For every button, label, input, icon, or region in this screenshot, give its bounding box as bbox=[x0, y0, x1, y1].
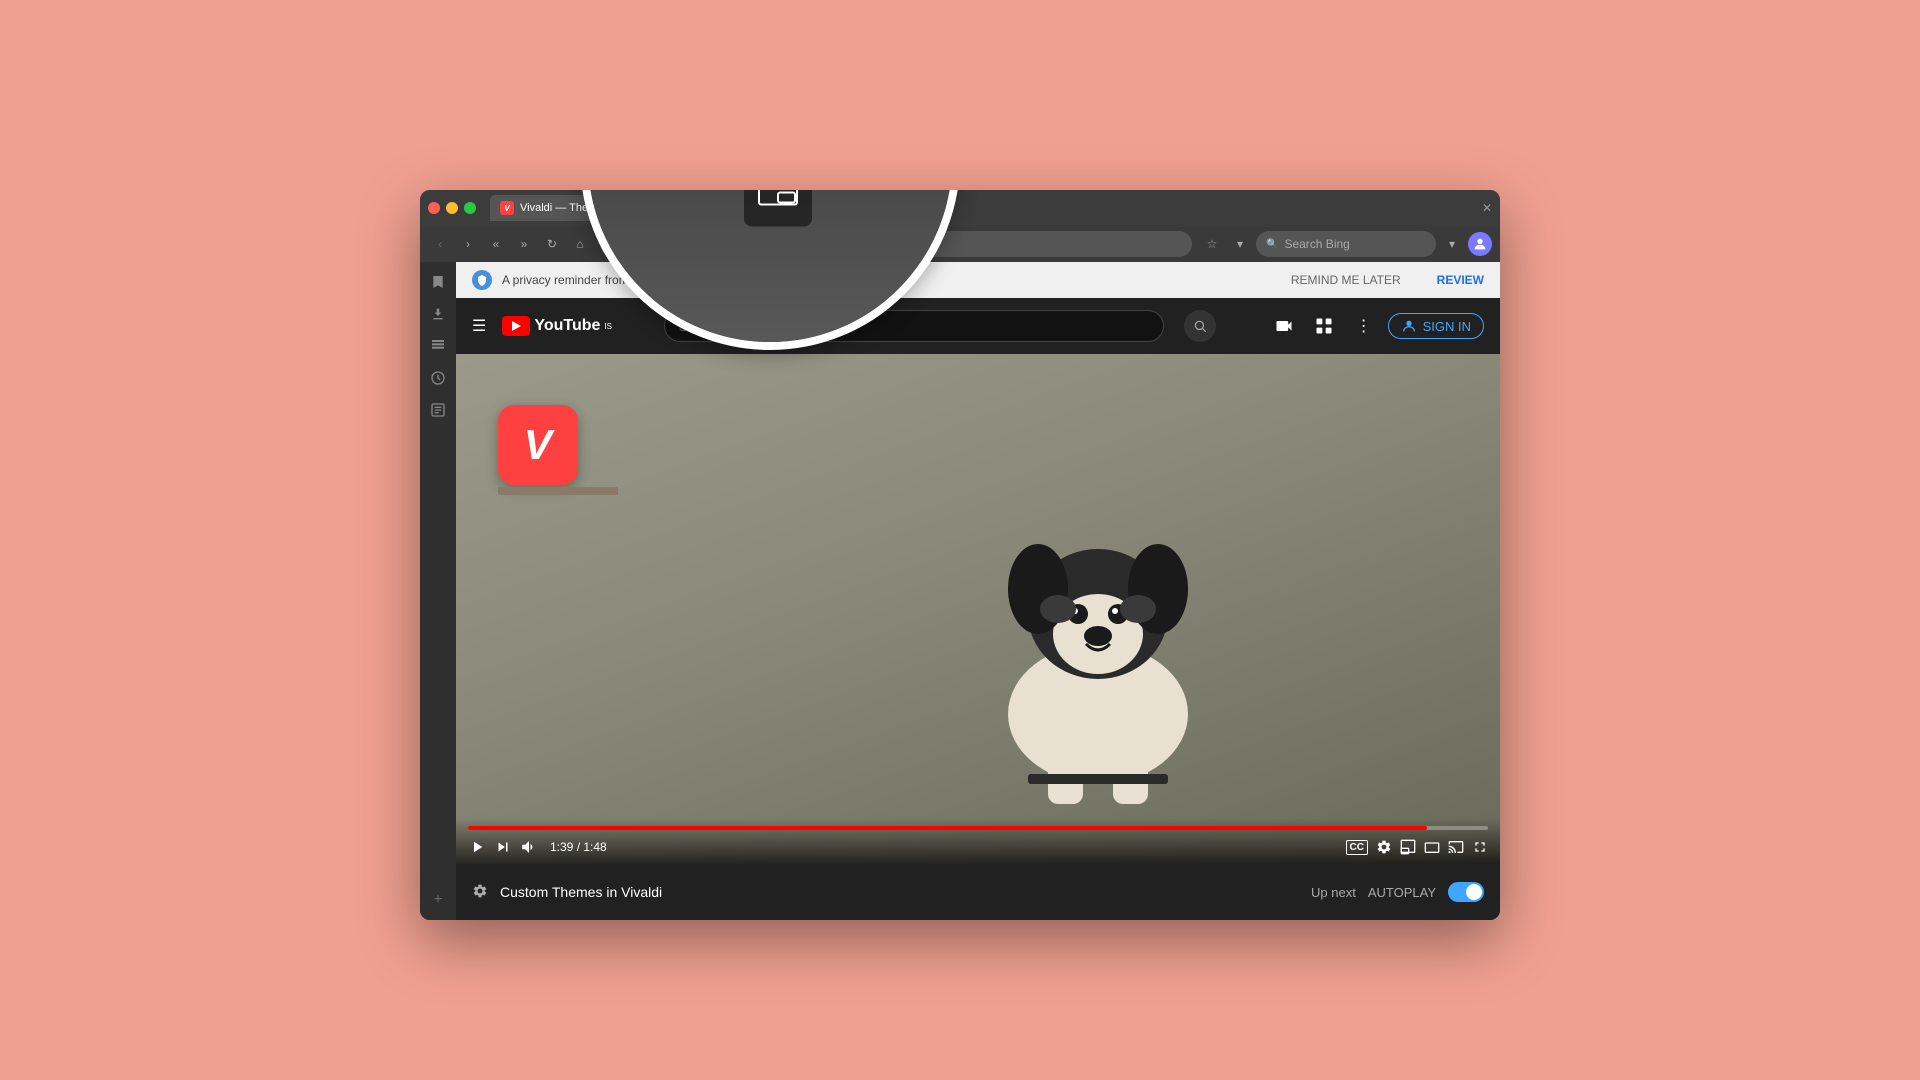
volume-button[interactable] bbox=[520, 838, 538, 856]
remind-later-button[interactable]: REMIND ME LATER bbox=[1291, 273, 1401, 287]
video-container[interactable]: V bbox=[456, 354, 1500, 864]
sidebar-notes-icon[interactable] bbox=[426, 398, 450, 422]
youtube-icons-right: ⋮ SIGN IN bbox=[1268, 310, 1484, 342]
youtube-menu-icon[interactable]: ☰ bbox=[472, 316, 486, 336]
sidebar: + bbox=[420, 262, 456, 920]
address-lock-icon: 🔒 bbox=[610, 239, 622, 250]
progress-bar[interactable] bbox=[468, 826, 1488, 830]
tab-close-icon[interactable]: ✕ bbox=[664, 203, 670, 214]
fullscreen-button[interactable] bbox=[1472, 839, 1488, 855]
youtube-logo-text: YouTube bbox=[534, 317, 600, 335]
controls-right: CC bbox=[1346, 839, 1488, 855]
subtitles-button[interactable]: CC bbox=[1346, 840, 1368, 855]
youtube-bottom-bar: Custom Themes in Vivaldi Up next AUTOPLA… bbox=[456, 864, 1500, 920]
progress-fill bbox=[468, 826, 1427, 830]
youtube-more-icon[interactable]: ⋮ bbox=[1348, 310, 1380, 342]
browser-body: + A privacy reminder from YouTube REMIND… bbox=[420, 262, 1500, 920]
window-close-icon[interactable]: ✕ bbox=[1482, 201, 1492, 215]
search-bar[interactable]: 🔍 Search Bing bbox=[1256, 231, 1436, 257]
search-text: Search Bing bbox=[1284, 237, 1349, 251]
video-background: V bbox=[456, 354, 1500, 864]
rewind-button[interactable]: « bbox=[484, 232, 508, 256]
forward-button[interactable]: › bbox=[456, 232, 480, 256]
play-button[interactable] bbox=[468, 838, 486, 856]
sidebar-download-icon[interactable] bbox=[426, 302, 450, 326]
time-display: 1:39 / 1:48 bbox=[550, 840, 607, 854]
nav-bar: ‹ › « » ↻ ⌂ 🔒 www.youtube.com ☆ ▾ 🔍 Sear… bbox=[420, 226, 1500, 262]
title-bar: V Vivaldi — The browser tha... ✕ ▶ Why..… bbox=[420, 190, 1500, 226]
video-settings-icon[interactable] bbox=[472, 883, 488, 902]
settings-button[interactable] bbox=[1376, 839, 1392, 855]
youtube-logo-icon bbox=[502, 316, 530, 336]
traffic-lights bbox=[428, 202, 476, 214]
search-dropdown-icon[interactable]: ▾ bbox=[1440, 232, 1464, 256]
next-button[interactable] bbox=[494, 838, 512, 856]
search-icon: 🔍 bbox=[1266, 239, 1278, 250]
privacy-text: A privacy reminder from YouTube bbox=[502, 273, 1281, 287]
address-text: www.youtube.com bbox=[628, 237, 725, 251]
tab-title: Vivaldi — The browser tha... bbox=[520, 202, 658, 214]
sign-in-label: SIGN IN bbox=[1423, 319, 1471, 334]
shelf-board bbox=[498, 487, 618, 495]
video-title: Custom Themes in Vivaldi bbox=[500, 884, 662, 900]
home-button[interactable]: ⌂ bbox=[568, 232, 592, 256]
privacy-banner: A privacy reminder from YouTube REMIND M… bbox=[456, 262, 1500, 298]
miniplayer-button[interactable] bbox=[1400, 839, 1416, 855]
up-next-label: Up next bbox=[1311, 885, 1356, 900]
minimize-button[interactable] bbox=[446, 202, 458, 214]
address-bar[interactable]: 🔒 www.youtube.com bbox=[600, 231, 1192, 257]
tab2-title: Why... bbox=[702, 202, 732, 214]
sidebar-bookmarks-icon[interactable] bbox=[426, 270, 450, 294]
controls-row: 1:39 / 1:48 CC bbox=[468, 838, 1488, 856]
youtube-search-input[interactable] bbox=[679, 319, 1149, 334]
youtube-sign-in-button[interactable]: SIGN IN bbox=[1388, 313, 1484, 339]
bookmark-icon[interactable]: ☆ bbox=[1200, 232, 1224, 256]
page-body: A privacy reminder from YouTube REMIND M… bbox=[456, 262, 1500, 920]
youtube-camera-icon[interactable] bbox=[1268, 310, 1300, 342]
back-button[interactable]: ‹ bbox=[428, 232, 452, 256]
youtube-header: ☰ YouTube IS bbox=[456, 298, 1500, 354]
tab-why[interactable]: ▶ Why... bbox=[672, 195, 742, 221]
youtube-logo: YouTube IS bbox=[502, 316, 612, 336]
youtube-logo-sup: IS bbox=[604, 322, 612, 331]
tabs-area: V Vivaldi — The browser tha... ✕ ▶ Why..… bbox=[490, 195, 1476, 221]
cast-button[interactable] bbox=[1448, 839, 1464, 855]
video-controls: 1:39 / 1:48 CC bbox=[456, 818, 1500, 864]
dog-figure bbox=[948, 414, 1248, 814]
youtube-search-button[interactable] bbox=[1184, 310, 1216, 342]
vivaldi-v-letter: V bbox=[524, 421, 552, 469]
sidebar-clock-icon[interactable] bbox=[426, 366, 450, 390]
autoplay-label: AUTOPLAY bbox=[1368, 885, 1436, 900]
tab-vivaldi[interactable]: V Vivaldi — The browser tha... ✕ bbox=[490, 195, 670, 221]
youtube-play-triangle bbox=[512, 321, 521, 331]
sidebar-add-icon[interactable]: + bbox=[426, 888, 450, 912]
bookmark-dropdown-icon[interactable]: ▾ bbox=[1228, 232, 1252, 256]
autoplay-knob bbox=[1466, 884, 1482, 900]
reload-button[interactable]: ↻ bbox=[540, 232, 564, 256]
sidebar-history-icon[interactable] bbox=[426, 334, 450, 358]
user-avatar[interactable] bbox=[1468, 232, 1492, 256]
review-button[interactable]: REVIEW bbox=[1437, 273, 1484, 287]
vivaldi-logo-box: V bbox=[498, 405, 578, 485]
youtube-search-bar[interactable] bbox=[664, 310, 1164, 342]
close-button[interactable] bbox=[428, 202, 440, 214]
fast-forward-button[interactable]: » bbox=[512, 232, 536, 256]
vivaldi-shelf: V bbox=[498, 405, 618, 495]
youtube-apps-icon[interactable] bbox=[1308, 310, 1340, 342]
autoplay-toggle[interactable] bbox=[1448, 882, 1484, 902]
theater-button[interactable] bbox=[1424, 839, 1440, 855]
maximize-button[interactable] bbox=[464, 202, 476, 214]
privacy-shield-icon bbox=[472, 270, 492, 290]
